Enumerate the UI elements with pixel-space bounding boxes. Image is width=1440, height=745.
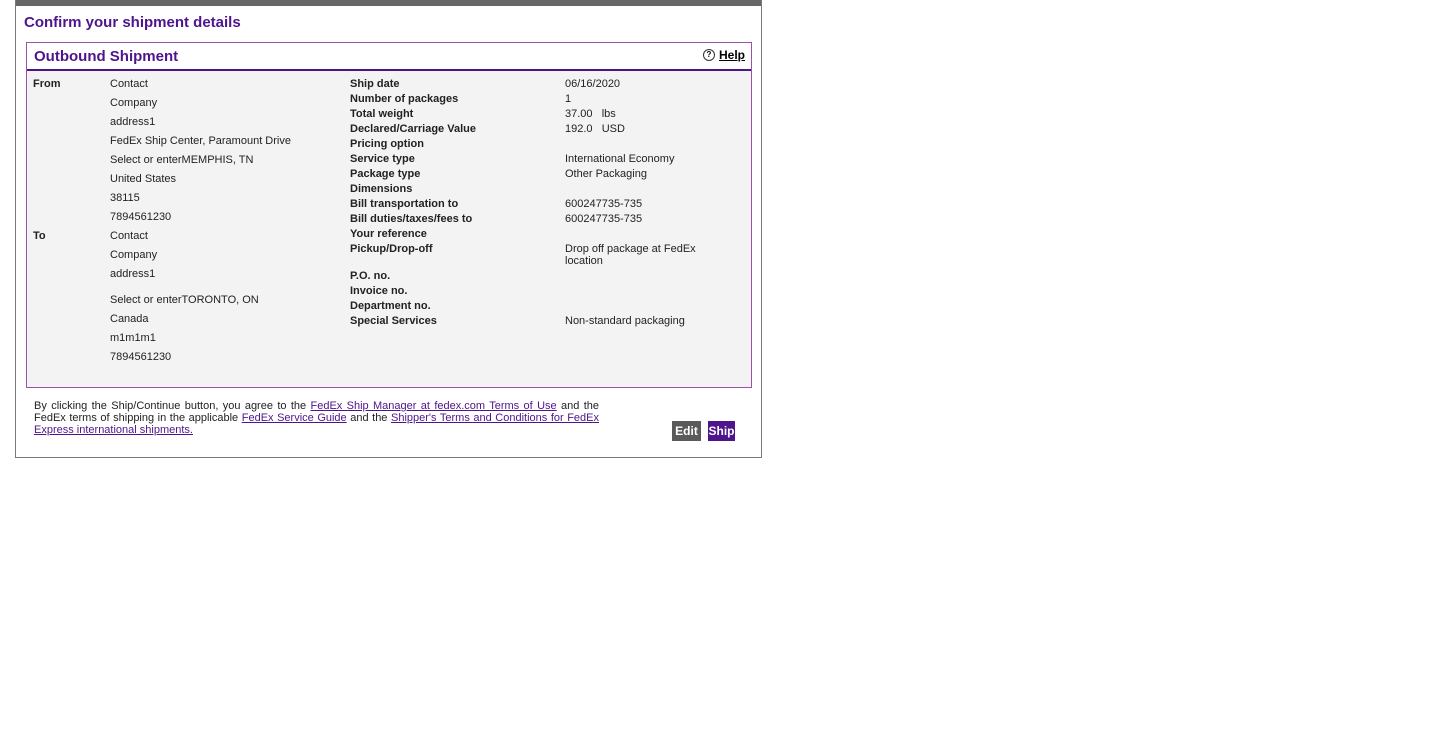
detail-value: 192.0 USD	[565, 123, 625, 135]
detail-value: 1	[565, 93, 572, 105]
to-line: Select or enterTORONTO, ON	[110, 294, 259, 306]
detail-label: Ship date	[350, 78, 400, 90]
edit-button[interactable]: Edit	[672, 421, 701, 441]
detail-label: Declared/Carriage Value	[350, 123, 476, 135]
from-line: United States	[110, 173, 177, 185]
from-line: address1	[110, 116, 156, 128]
from-label: From	[33, 78, 61, 90]
agreement-text: By clicking the Ship/Continue button, yo…	[34, 400, 311, 412]
detail-value: 600247735-735	[565, 213, 643, 225]
detail-label: Dimensions	[350, 183, 413, 195]
detail-value: Non-standard packaging	[565, 315, 685, 327]
shipment-confirmation-frame: Confirm your shipment details Outbound S…	[15, 0, 762, 458]
detail-value: 37.00 lbs	[565, 108, 616, 120]
service-guide-link[interactable]: FedEx Service Guide	[242, 412, 347, 424]
detail-label: Package type	[350, 168, 421, 180]
detail-label: Pickup/Drop-off	[350, 243, 433, 255]
terms-of-use-link[interactable]: FedEx Ship Manager at fedex.com Terms of…	[311, 400, 557, 412]
help-label: Help	[718, 48, 745, 62]
detail-label: Department no.	[350, 300, 431, 312]
from-line: Company	[110, 97, 158, 109]
detail-value: 600247735-735	[565, 198, 643, 210]
from-line: FedEx Ship Center, Paramount Drive	[110, 135, 291, 147]
help-link[interactable]: ? Help	[702, 48, 745, 62]
from-line: Contact	[110, 78, 148, 90]
detail-value: International Economy	[565, 153, 675, 165]
detail-label: Special Services	[350, 315, 437, 327]
detail-label: Bill duties/taxes/fees to	[350, 213, 473, 225]
top-bar	[16, 0, 761, 6]
to-line: Canada	[110, 313, 149, 325]
ship-button[interactable]: Ship	[708, 421, 735, 441]
detail-label: Invoice no.	[350, 285, 408, 297]
to-line: Contact	[110, 230, 148, 242]
panel-header: Outbound Shipment ? Help	[27, 43, 751, 71]
from-line: 7894561230	[110, 211, 172, 223]
from-line: Select or enterMEMPHIS, TN	[110, 154, 254, 166]
terms-agreement: By clicking the Ship/Continue button, yo…	[34, 400, 599, 436]
detail-label: P.O. no.	[350, 270, 391, 282]
to-line: 7894561230	[110, 351, 172, 363]
to-line: m1m1m1	[110, 332, 156, 344]
question-circle-icon: ?	[702, 49, 715, 61]
detail-value: Other Packaging	[565, 168, 647, 180]
to-line: address1	[110, 268, 156, 280]
detail-label: Your reference	[350, 228, 427, 240]
detail-value: 06/16/2020	[565, 78, 621, 90]
agreement-text: and the	[346, 412, 391, 424]
detail-label: Service type	[350, 153, 415, 165]
detail-label: Pricing option	[350, 138, 424, 150]
page-title: Confirm your shipment details	[24, 14, 241, 31]
detail-label: Number of packages	[350, 93, 459, 105]
to-label: To	[33, 230, 46, 242]
detail-label: Total weight	[350, 108, 414, 120]
detail-label: Bill transportation to	[350, 198, 459, 210]
outbound-shipment-panel: Outbound Shipment ? Help From Contact Co…	[26, 42, 752, 388]
from-line: 38115	[110, 192, 140, 204]
panel-title: Outbound Shipment	[34, 48, 179, 65]
to-line: Company	[110, 249, 158, 261]
detail-value: Drop off package at FedEx location	[565, 243, 696, 267]
